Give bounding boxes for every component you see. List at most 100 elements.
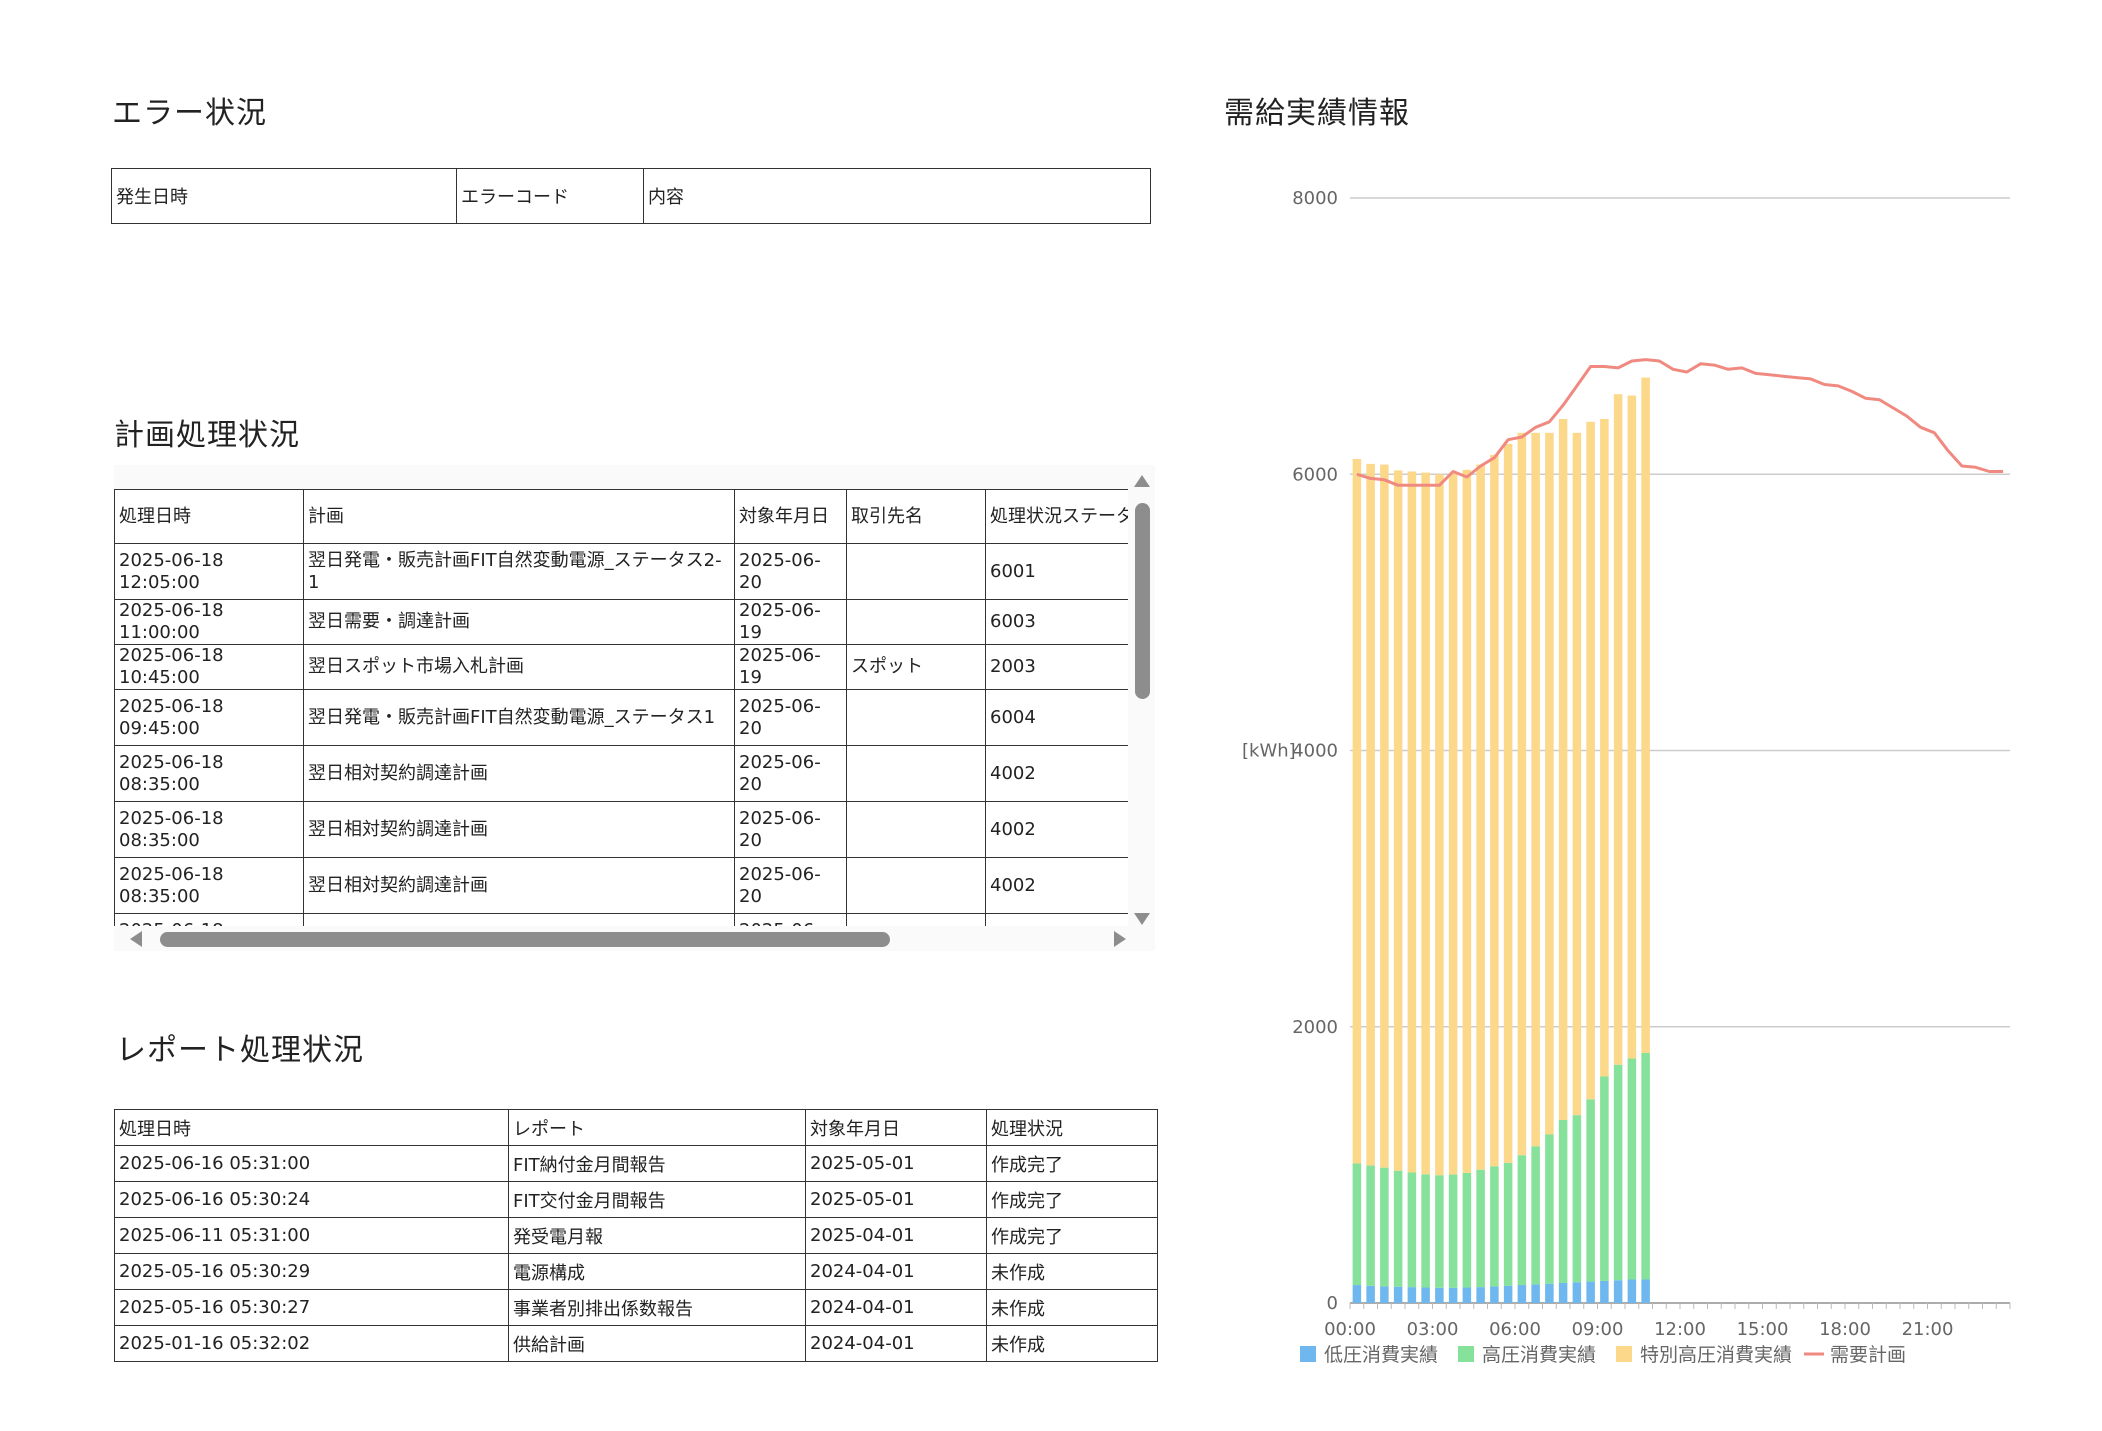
plan-cell [846,689,986,746]
bar-segment [1627,1279,1637,1303]
plan-cell: 翌日発電・販売計画FIT自然変動電源_ステータス2 [303,913,735,926]
bar-segment [1531,1146,1540,1285]
bar-segment [1558,1282,1568,1303]
plan-table-viewport[interactable]: 処理日時 計画 対象年月日 取引先名 処理状況ステータス 2025-06-18 … [114,489,1128,926]
report-cell: FIT納付金月間報告 [508,1145,806,1182]
bar-segment [1613,1280,1623,1303]
report-cell: 事業者別排出係数報告 [508,1289,806,1326]
x-tick-label: 06:00 [1489,1319,1541,1340]
error-col-content: 内容 [643,168,1151,224]
x-tick-label: 15:00 [1737,1319,1789,1340]
y-tick-label: 4000 [1292,741,1338,762]
y-tick-label: 6000 [1292,464,1338,485]
report-cell: 2025-05-16 05:30:29 [114,1253,509,1290]
plan-cell: 2025-06-18 08:35:00 [114,857,304,914]
bar-segment [1366,463,1375,1166]
plan-cell: 2025-06-20 [734,543,847,600]
error-table: 発生日時 エラーコード 内容 [111,168,1151,224]
bar-segment [1407,1172,1417,1288]
plan-horizontal-scroll-thumb[interactable] [160,932,890,947]
bar-segment [1421,472,1430,1175]
error-col-datetime: 発生日時 [111,168,457,224]
bar-segment [1352,459,1362,1164]
scroll-right-arrow-icon[interactable] [1114,931,1126,947]
bar-segment [1572,432,1582,1116]
plan-cell [846,543,986,600]
plan-table-header: 処理日時 計画 対象年月日 取引先名 処理状況ステータス [114,489,1128,544]
plan-cell: 6003 [985,599,1128,645]
plan-table-scroll-area[interactable]: 処理日時 計画 対象年月日 取引先名 処理状況ステータス 2025-06-18 … [114,465,1155,951]
bar-segment [1558,419,1568,1120]
bar-segment [1517,1285,1527,1303]
bar-segment [1641,1279,1650,1303]
plan-table-row: 2025-06-18 12:05:00 翌日発電・販売計画FIT自然変動電源_ステ… [114,543,1128,600]
bar-segment [1517,1155,1527,1286]
bar-segment [1352,1163,1362,1286]
report-table-row: 2025-06-16 05:31:00 FIT納付金月間報告 2025-05-01 作… [114,1145,1158,1182]
chart-section-title: 需給実績情報 [1224,96,1410,131]
plan-cell: 翌日スポット市場入札計画 [303,644,735,690]
report-cell: 2025-06-11 05:31:00 [114,1217,509,1254]
plan-cell [846,745,986,802]
plan-cell: 2025-06-18 08:35:00 [114,801,304,858]
report-cell: 発受電月報 [508,1217,806,1254]
plan-cell: 翌日発電・販売計画FIT自然変動電源_ステータス2-1 [303,543,735,600]
plan-table-row: 2025-06-18 11:00:00 翌日需要・調達計画 2025-06-19 60… [114,599,1128,645]
bar-segment [1627,1058,1637,1280]
plan-horizontal-scrollbar[interactable] [114,926,1155,951]
bar-segment [1572,1115,1582,1283]
plan-col-partner: 取引先名 [846,489,986,544]
x-tick-label: 03:00 [1407,1319,1459,1340]
bar-segment [1531,432,1540,1147]
plan-cell: スポット [846,644,986,690]
report-table-row: 2025-01-16 05:32:02 供給計画 2024-04-01 未作成 [114,1325,1158,1362]
plan-table-row: 2025-06-18 10:45:00 翌日スポット市場入札計画 2025-06-1… [114,644,1128,690]
x-tick-label: 21:00 [1902,1319,1954,1340]
legend-label: 低圧消費実績 [1324,1344,1438,1366]
plan-table-body: 2025-06-18 12:05:00 翌日発電・販売計画FIT自然変動電源_ステ… [114,543,1128,926]
bar-segment [1448,1287,1458,1303]
plan-cell: 4002 [985,857,1128,914]
x-tick-label: 12:00 [1654,1319,1706,1340]
plan-cell: 2025-06-18 08:30:00 [114,913,304,926]
report-table-row: 2025-05-16 05:30:29 電源構成 2024-04-01 未作成 [114,1253,1158,1290]
plan-cell: 2025-06-19 [734,644,847,690]
bar-segment [1600,1280,1609,1303]
plan-cell: 2003 [985,644,1128,690]
report-cell: FIT交付金月間報告 [508,1181,806,1218]
plan-vertical-scroll-thumb[interactable] [1135,503,1150,699]
report-cell: 未作成 [986,1253,1158,1290]
report-table-row: 2025-05-16 05:30:27 事業者別排出係数報告 2024-04-01 未… [114,1289,1158,1326]
bar-segment [1490,1166,1499,1287]
bar-segment [1476,1287,1485,1303]
plan-cell: 6001 [985,543,1128,600]
report-cell: 2025-06-16 05:30:24 [114,1181,509,1218]
plan-table-row: 2025-06-18 08:30:00翌日発電・販売計画FIT自然変動電源_ステ… [114,913,1128,926]
report-cell: 2025-05-01 [805,1145,987,1182]
x-tick-label: 09:00 [1572,1319,1624,1340]
bar-segment [1393,1170,1403,1287]
bar-segment [1545,432,1554,1135]
plan-cell: 2025-06-20 [734,689,847,746]
plan-vertical-scrollbar[interactable] [1129,465,1155,925]
scroll-down-arrow-icon[interactable] [1134,913,1150,925]
plan-table: 処理日時 計画 対象年月日 取引先名 処理状況ステータス 2025-06-18 … [114,489,1128,926]
bar-segment [1545,1134,1554,1284]
bar-segment [1613,1064,1623,1281]
plan-cell: 2025-06-19 [734,913,847,926]
supply-demand-chart: 0 2000 4000 6000 8000 [kWh] 00:00 03:00 06:00 09:… [1242,188,2011,1366]
plan-cell [846,599,986,645]
bar-segment [1366,1165,1375,1286]
report-table-body: 2025-06-16 05:31:00 FIT納付金月間報告 2025-05-01 作… [114,1145,1158,1362]
error-table-header: 発生日時 エラーコード 内容 [111,168,1151,224]
scroll-left-arrow-icon[interactable] [130,931,142,947]
plan-col-plan: 計画 [303,489,735,544]
bar-segment [1545,1283,1554,1303]
scroll-up-arrow-icon[interactable] [1134,475,1150,487]
report-cell: 2025-04-01 [805,1217,987,1254]
report-cell: 2024-04-01 [805,1325,987,1362]
bar-segment [1572,1282,1582,1303]
error-col-code: エラーコード [456,168,644,224]
legend-swatch [1616,1346,1632,1362]
x-tick-label: 18:00 [1819,1319,1871,1340]
